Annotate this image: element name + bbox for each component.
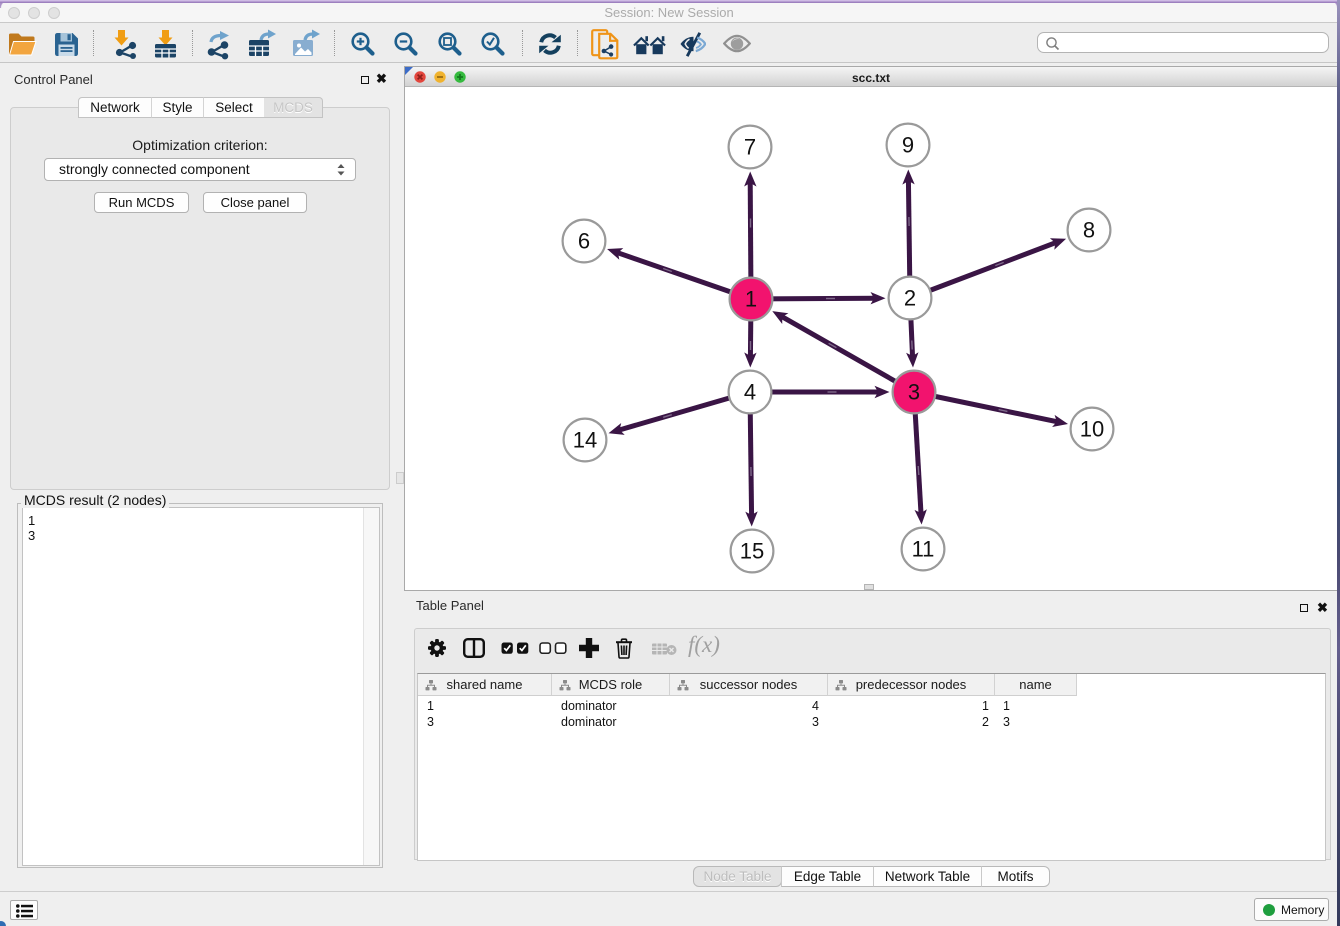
svg-text:4: 4 — [744, 380, 756, 405]
svg-text:3: 3 — [908, 380, 920, 405]
svg-text:8: 8 — [1083, 218, 1095, 243]
svg-text:14: 14 — [573, 428, 597, 453]
svg-text:10: 10 — [1080, 417, 1104, 442]
svg-text:6: 6 — [578, 229, 590, 254]
svg-text:15: 15 — [740, 539, 764, 564]
svg-text:11: 11 — [912, 537, 935, 562]
svg-text:2: 2 — [904, 286, 916, 311]
svg-text:9: 9 — [902, 133, 914, 158]
svg-text:7: 7 — [744, 135, 756, 160]
svg-text:1: 1 — [745, 287, 757, 312]
